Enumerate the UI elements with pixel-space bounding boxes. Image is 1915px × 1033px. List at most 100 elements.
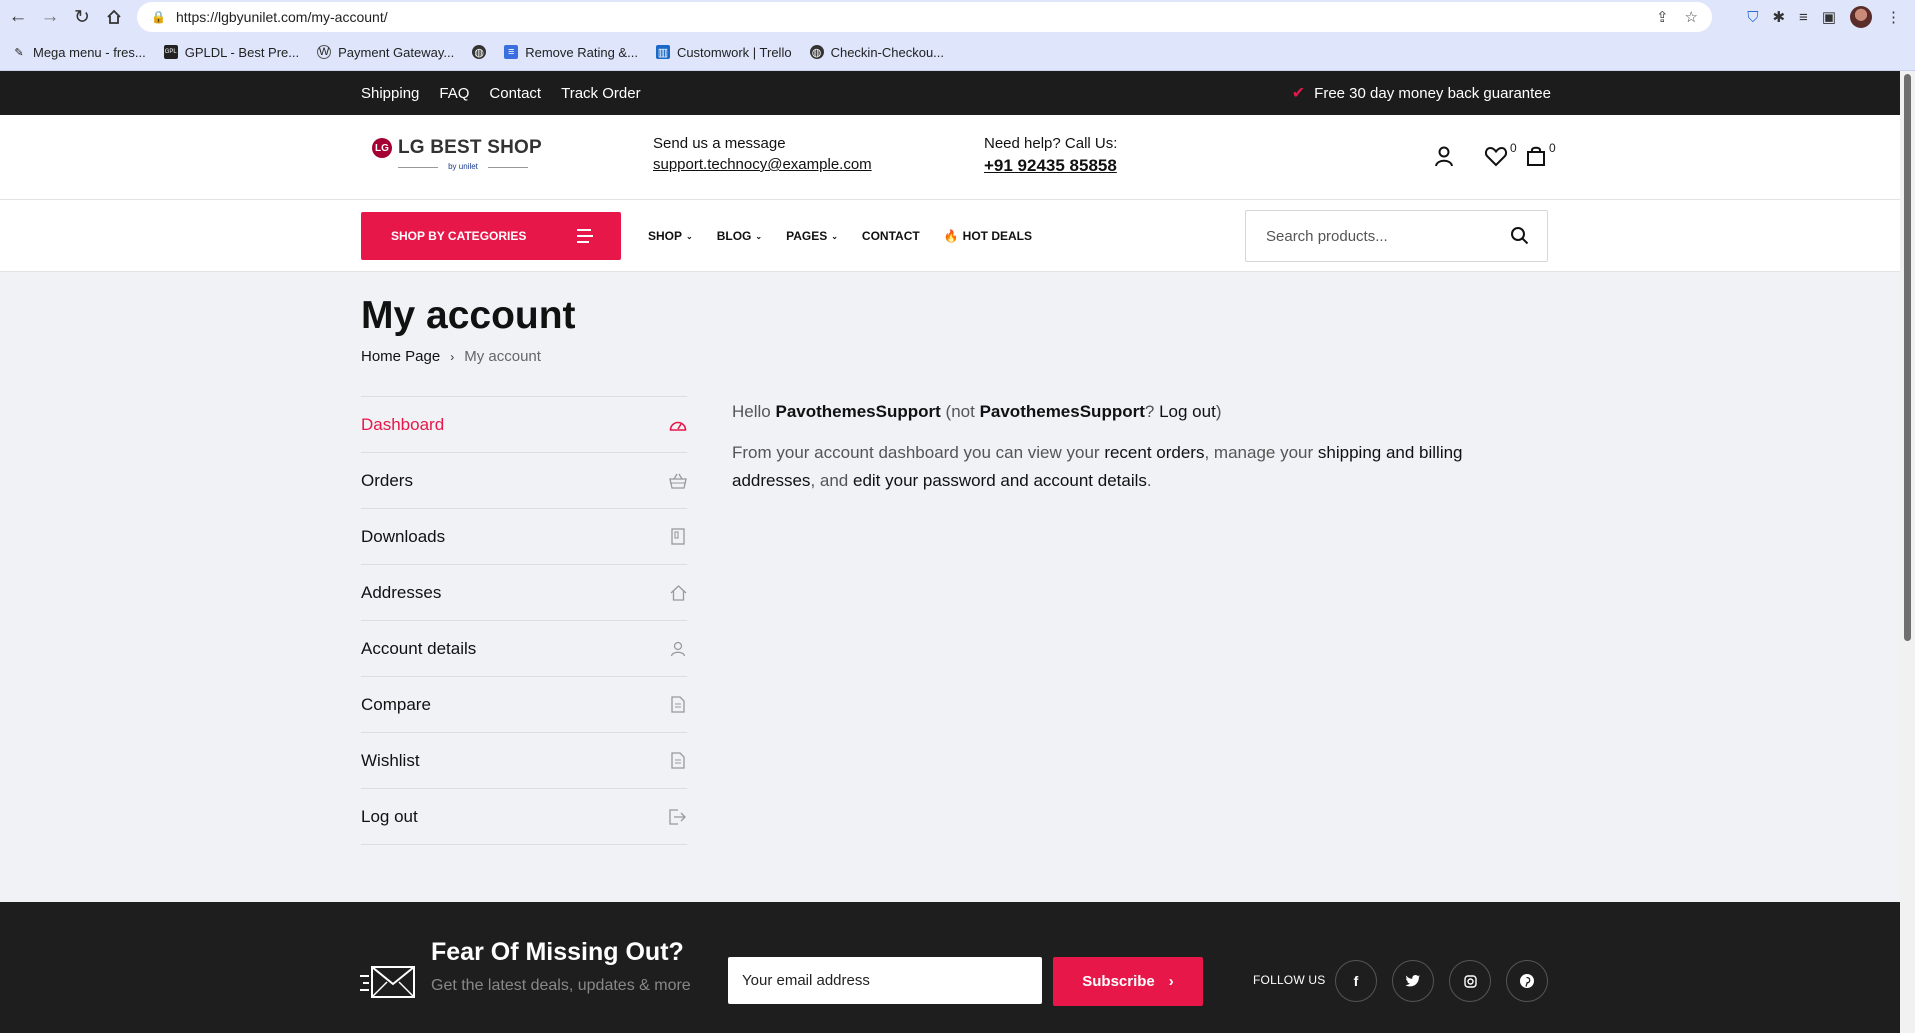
logout-icon <box>669 808 687 826</box>
breadcrumb-home-link[interactable]: Home Page <box>361 348 440 365</box>
heart-icon <box>1484 146 1508 167</box>
extensions-puzzle-icon[interactable]: ✱ <box>1772 8 1785 26</box>
subscribe-button[interactable]: Subscribe › <box>1053 957 1203 1006</box>
browser-toolbar: ← → ↻ 🔒 https://lgbyunilet.com/my-accoun… <box>0 0 1915 34</box>
nav-item-hot-deals[interactable]: 🔥 HOT DEALS <box>944 229 1032 243</box>
greeting: Hello PavothemesSupport (not PavothemesS… <box>732 402 1222 421</box>
message-block: Send us a message support.technocy@examp… <box>653 135 872 173</box>
dashboard-icon <box>669 416 687 434</box>
chevron-down-icon: ⌄ <box>755 231 763 241</box>
newsletter-email-input[interactable] <box>728 957 1042 1004</box>
chevron-down-icon: ⌄ <box>831 231 838 241</box>
search-button[interactable] <box>1510 226 1529 250</box>
pen-icon: ✎ <box>14 46 24 59</box>
newsletter-subtitle: Get the latest deals, updates & more <box>431 977 691 994</box>
bookmark-star-icon[interactable]: ☆ <box>1685 8 1698 26</box>
logout-link[interactable]: Log out <box>1159 402 1216 421</box>
categories-label: SHOP BY CATEGORIES <box>391 229 527 243</box>
message-label: Send us a message <box>653 135 786 152</box>
wordpress-icon: W <box>317 45 332 59</box>
home-button[interactable] <box>98 0 130 34</box>
page-scrollbar[interactable] <box>1900 71 1915 1033</box>
breadcrumb-separator: › <box>450 349 455 364</box>
bookmark-item[interactable]: W Payment Gateway... <box>317 45 454 60</box>
page-title: My account <box>361 294 576 337</box>
pinterest-button[interactable] <box>1506 960 1548 1002</box>
account-nav-downloads[interactable]: Downloads <box>361 509 687 565</box>
bookmark-item[interactable]: ▥ Customwork | Trello <box>655 45 792 60</box>
nav-item-pages[interactable]: PAGES ⌄ <box>786 229 838 243</box>
shield-extension-icon[interactable]: ⛉ <box>1747 9 1758 26</box>
lock-icon: 🔒 <box>151 10 166 24</box>
bookmark-item[interactable]: GPL GPLDL - Best Pre... <box>163 45 299 60</box>
browser-menu-icon[interactable]: ⋮ <box>1886 8 1901 26</box>
guarantee-notice: ✔ Free 30 day money back guarantee <box>1292 71 1551 115</box>
account-nav-logout[interactable]: Log out <box>361 789 687 845</box>
nav-item-shop[interactable]: SHOP ⌄ <box>648 229 693 243</box>
logo-text: LG BEST SHOP <box>398 137 542 158</box>
product-search <box>1245 210 1548 262</box>
home-icon <box>107 9 121 24</box>
site-logo[interactable]: LG LG BEST SHOP by unilet <box>372 137 542 171</box>
topbar-link-faq[interactable]: FAQ <box>439 85 469 102</box>
logo-subtext: by unilet <box>398 162 528 171</box>
nav-item-blog[interactable]: BLOG ⌄ <box>717 229 762 243</box>
recent-orders-link[interactable]: recent orders <box>1104 443 1204 462</box>
account-nav-account-details[interactable]: Account details <box>361 621 687 677</box>
bookmark-item[interactable]: ◍ Checkin-Checkou... <box>809 45 944 60</box>
user-icon <box>669 640 687 658</box>
account-nav-compare[interactable]: Compare <box>361 677 687 733</box>
reload-button[interactable]: ↻ <box>66 0 98 34</box>
search-input[interactable] <box>1266 227 1496 245</box>
twitter-button[interactable] <box>1392 960 1434 1002</box>
topbar-link-contact[interactable]: Contact <box>489 85 541 102</box>
profile-avatar[interactable] <box>1850 6 1872 28</box>
support-email-link[interactable]: support.technocy@example.com <box>653 156 872 173</box>
envelope-icon <box>360 964 416 1005</box>
breadcrumb-current: My account <box>464 348 541 365</box>
instagram-button[interactable] <box>1449 960 1491 1002</box>
username: PavothemesSupport <box>775 402 941 421</box>
reading-list-icon[interactable]: ≡ <box>1799 9 1808 26</box>
search-icon <box>1511 227 1529 245</box>
bookmark-item[interactable]: ≡ Remove Rating &... <box>504 45 638 60</box>
phone-link[interactable]: +91 92435 85858 <box>984 156 1117 176</box>
wishlist-count: 0 <box>1510 141 1517 155</box>
cart-count: 0 <box>1549 141 1556 155</box>
shop-by-categories-button[interactable]: SHOP BY CATEGORIES <box>361 212 621 260</box>
bookmark-item[interactable]: ✎ Mega menu - fres... <box>12 45 145 60</box>
top-bar: Shipping FAQ Contact Track Order ✔ Free … <box>0 71 1900 115</box>
account-nav-addresses[interactable]: Addresses <box>361 565 687 621</box>
username-repeat: PavothemesSupport <box>979 402 1145 421</box>
flame-icon: 🔥 <box>943 229 959 243</box>
back-button[interactable]: ← <box>2 0 34 34</box>
share-icon[interactable]: ⇪ <box>1656 8 1669 26</box>
account-nav-orders[interactable]: Orders <box>361 453 687 509</box>
basket-icon <box>669 472 687 490</box>
main-navigation: SHOP BY CATEGORIES SHOP ⌄ BLOG ⌄ PAGES ⌄ CO… <box>0 200 1900 272</box>
nav-item-contact[interactable]: CONTACT <box>862 229 920 243</box>
wishlist-button[interactable]: 0 <box>1484 141 1517 172</box>
follow-us-label: FOLLOW US <box>1253 973 1326 987</box>
forward-button[interactable]: → <box>34 0 66 34</box>
topbar-link-track-order[interactable]: Track Order <box>561 85 640 102</box>
account-navigation: Dashboard Orders Downloads Addresses Acc… <box>361 396 687 845</box>
globe-icon: ◍ <box>472 45 487 59</box>
account-nav-wishlist[interactable]: Wishlist <box>361 733 687 789</box>
address-bar[interactable]: 🔒 https://lgbyunilet.com/my-account/ ⇪ ☆ <box>137 2 1712 32</box>
account-details-link[interactable]: edit your password and account details <box>853 471 1147 490</box>
trello-icon: ▥ <box>655 45 670 59</box>
dashboard-description: From your account dashboard you can view… <box>732 443 1463 490</box>
scrollbar-thumb[interactable] <box>1904 74 1911 641</box>
cart-button[interactable]: 0 <box>1525 141 1556 172</box>
chevron-down-icon: ⌄ <box>686 231 693 241</box>
bookmark-item[interactable]: ◍ <box>472 45 487 59</box>
account-nav-dashboard[interactable]: Dashboard <box>361 397 687 453</box>
document-icon <box>669 752 687 770</box>
newsletter-title: Fear Of Missing Out? <box>431 938 684 966</box>
facebook-button[interactable]: f <box>1335 960 1377 1002</box>
site-header: LG LG BEST SHOP by unilet Send us a mess… <box>0 115 1900 200</box>
side-panel-icon[interactable]: ▣ <box>1822 8 1836 26</box>
topbar-link-shipping[interactable]: Shipping <box>361 85 419 102</box>
account-button[interactable] <box>1433 145 1455 172</box>
